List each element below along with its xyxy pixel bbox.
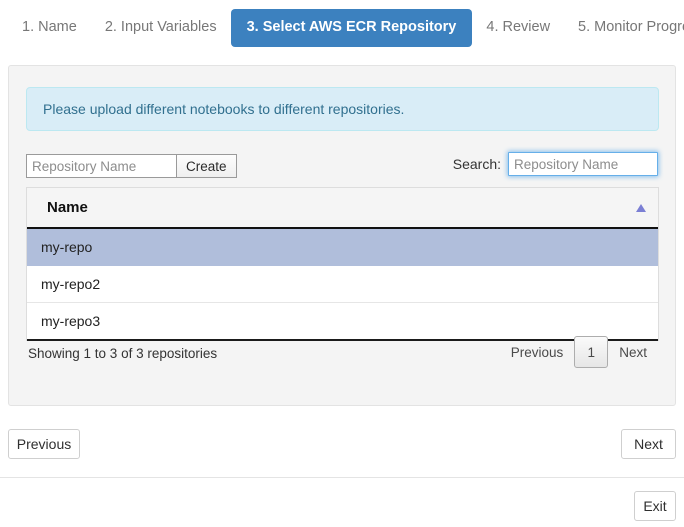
info-alert-text: Please upload different notebooks to dif…: [43, 101, 404, 117]
exit-button[interactable]: Exit: [634, 491, 676, 521]
wizard-next-button[interactable]: Next: [621, 429, 676, 459]
repository-selection-panel: Please upload different notebooks to dif…: [8, 65, 676, 406]
table-row[interactable]: my-repo: [27, 229, 658, 266]
table-row[interactable]: my-repo2: [27, 266, 658, 303]
repository-name-cell: my-repo: [41, 239, 92, 255]
wizard-tab-name[interactable]: 1. Name: [8, 10, 91, 45]
wizard-tab-review[interactable]: 4. Review: [472, 10, 564, 45]
column-header-name-label: Name: [27, 199, 88, 216]
wizard-step-tabs: 1. Name 2. Input Variables 3. Select AWS…: [0, 0, 684, 46]
search-input[interactable]: [508, 152, 658, 176]
pagination-next-button[interactable]: Next: [608, 345, 658, 360]
wizard-tab-select-aws-ecr-repository[interactable]: 3. Select AWS ECR Repository: [231, 9, 473, 46]
repository-name-cell: my-repo2: [41, 276, 100, 292]
repository-table-header-name[interactable]: Name: [27, 188, 658, 229]
repository-table: Name my-repo my-repo2 my-repo3: [26, 187, 659, 341]
triangle-up-icon[interactable]: [636, 204, 646, 212]
create-repository-input[interactable]: [26, 154, 176, 178]
wizard-tab-monitor-progress[interactable]: 5. Monitor Progress: [564, 10, 684, 45]
info-alert: Please upload different notebooks to dif…: [26, 87, 659, 131]
create-repository-button[interactable]: Create: [176, 154, 237, 178]
table-pagination: Previous 1 Next: [500, 336, 658, 368]
search-group: Search:: [453, 152, 658, 176]
create-repository-group: Create: [26, 154, 237, 178]
search-label: Search:: [453, 156, 501, 172]
wizard-tab-input-variables[interactable]: 2. Input Variables: [91, 10, 231, 45]
repository-name-cell: my-repo3: [41, 313, 100, 329]
pagination-previous-button[interactable]: Previous: [500, 345, 575, 360]
wizard-previous-button[interactable]: Previous: [8, 429, 80, 459]
table-info-text: Showing 1 to 3 of 3 repositories: [28, 346, 217, 361]
pagination-page-1-button[interactable]: 1: [574, 336, 608, 368]
footer-divider: [0, 477, 684, 478]
